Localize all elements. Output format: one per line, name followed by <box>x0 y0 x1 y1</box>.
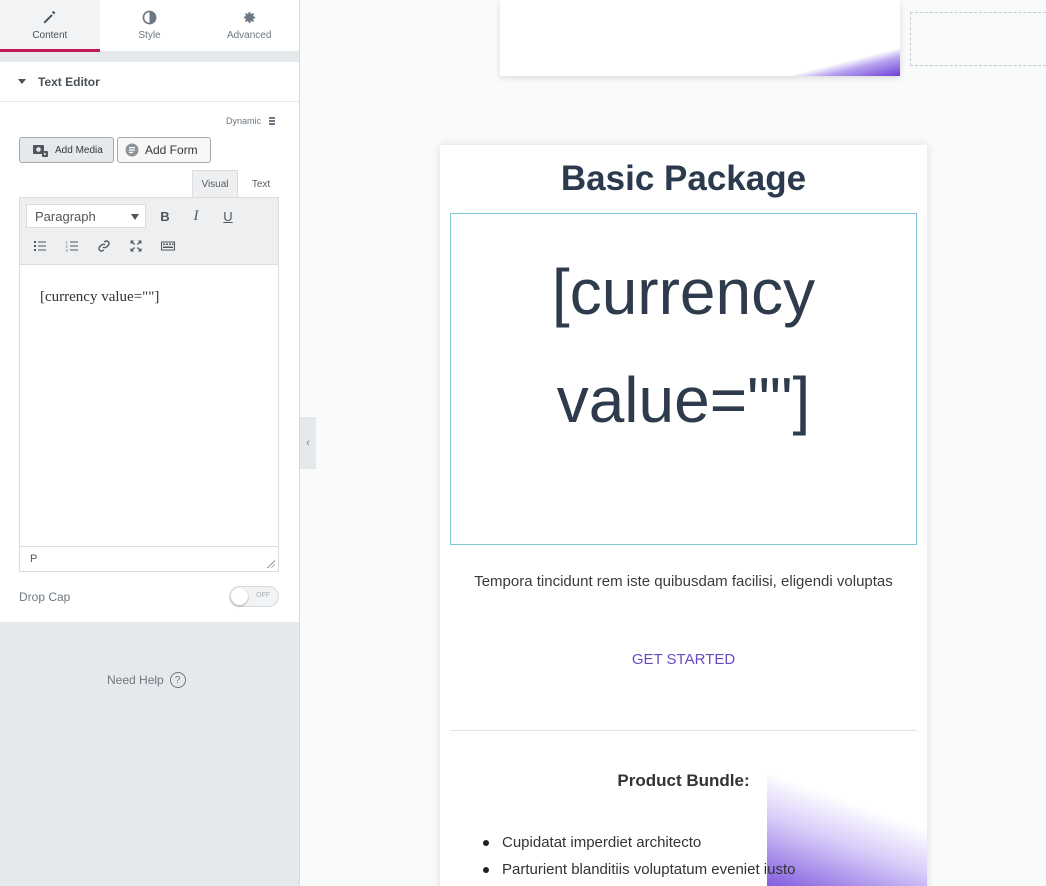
numbered-list-button[interactable]: 123 <box>60 234 84 258</box>
bundle-list: Cupidatat imperdiet architecto Parturien… <box>483 829 796 883</box>
tab-content[interactable]: Content <box>0 0 100 52</box>
add-form-button[interactable]: Add Form <box>117 137 211 163</box>
toggle-state: OFF <box>256 592 270 599</box>
price-text-widget[interactable]: [currency value=""] <box>450 213 917 545</box>
tab-advanced-label: Advanced <box>226 30 272 41</box>
bullet-list-button[interactable] <box>28 234 52 258</box>
underline-button[interactable]: U <box>216 204 240 228</box>
fullscreen-button[interactable] <box>124 234 148 258</box>
list-item: Parturient blanditiis voluptatum eveniet… <box>483 856 796 883</box>
collapse-panel-button[interactable]: ‹ <box>300 417 316 469</box>
add-media-button[interactable]: Add Media <box>19 137 114 163</box>
toggle-knob <box>231 588 248 605</box>
editor-content: [currency value=""] <box>40 289 160 305</box>
drop-cap-label: Drop Cap <box>19 590 71 604</box>
element-path[interactable]: P <box>30 553 37 565</box>
form-icon <box>125 143 139 157</box>
link-button[interactable] <box>92 234 116 258</box>
caret-down-icon <box>18 79 26 84</box>
expand-icon <box>130 240 142 252</box>
editor-content-area[interactable]: [currency value=""] <box>20 265 278 546</box>
media-icon <box>33 144 48 157</box>
keyboard-icon <box>161 241 175 251</box>
tab-style[interactable]: Style <box>100 0 200 51</box>
pencil-icon <box>44 11 56 24</box>
half-circle-icon <box>142 10 157 25</box>
need-help-link[interactable]: Need Help ? <box>107 672 186 688</box>
resize-handle-icon[interactable] <box>266 559 275 568</box>
editor-statusbar: P <box>20 546 278 571</box>
section-text-editor-toggle[interactable]: Text Editor <box>0 62 299 102</box>
format-select-value: Paragraph <box>35 208 96 224</box>
section-title: Text Editor <box>38 74 100 89</box>
add-media-label: Add Media <box>55 144 103 156</box>
tab-text[interactable]: Text <box>238 170 284 198</box>
package-title: Basic Package <box>560 159 807 198</box>
panel-tabs: Content Style Advanced <box>0 0 299 52</box>
need-help-label: Need Help <box>107 673 164 687</box>
wysiwyg-editor: Paragraph B I U 123 [currency value=""] … <box>19 197 279 572</box>
gradient-decoration <box>750 46 900 76</box>
price-line: [currency <box>551 256 816 328</box>
dynamic-label: Dynamic <box>225 116 261 126</box>
tab-visual[interactable]: Visual <box>192 170 238 198</box>
tab-advanced[interactable]: Advanced <box>199 0 299 51</box>
bold-button[interactable]: B <box>153 204 177 228</box>
svg-text:3: 3 <box>66 248 69 253</box>
divider <box>450 730 917 731</box>
toolbar-toggle-button[interactable] <box>156 234 180 258</box>
gear-icon <box>243 11 255 24</box>
numbered-list-icon: 123 <box>66 240 78 253</box>
italic-button[interactable]: I <box>184 204 208 228</box>
get-started-link[interactable]: GET STARTED <box>440 651 927 668</box>
empty-column-placeholder[interactable] <box>910 12 1046 66</box>
add-form-label: Add Form <box>145 143 198 157</box>
tab-content-label: Content <box>32 30 68 41</box>
question-icon: ? <box>169 672 186 688</box>
dynamic-tags-button[interactable]: Dynamic <box>226 116 275 126</box>
section-body: Dynamic Add Media Add Form Visual Text P… <box>0 102 299 622</box>
tab-style-label: Style <box>138 30 161 41</box>
pricing-card: Basic Package [currency value=""] Tempor… <box>440 145 927 886</box>
list-item: Cupidatat imperdiet architecto <box>483 829 796 856</box>
link-icon <box>98 240 110 252</box>
editor-panel: Content Style Advanced Text Editor Dynam… <box>0 0 300 886</box>
chevron-down-icon <box>131 214 139 220</box>
package-description: Tempora tincidunt rem iste quibusdam fac… <box>474 573 893 590</box>
bundle-title: Product Bundle: <box>617 771 750 790</box>
previous-card <box>500 0 900 76</box>
format-select[interactable]: Paragraph <box>26 204 146 228</box>
chevron-left-icon: ‹ <box>306 437 310 449</box>
database-icon <box>269 117 275 125</box>
drop-cap-toggle[interactable]: OFF <box>229 586 279 607</box>
editor-toolbar: Paragraph B I U 123 <box>20 198 278 265</box>
bullet-list-icon <box>34 241 46 251</box>
price-line: value=""] <box>556 364 811 436</box>
